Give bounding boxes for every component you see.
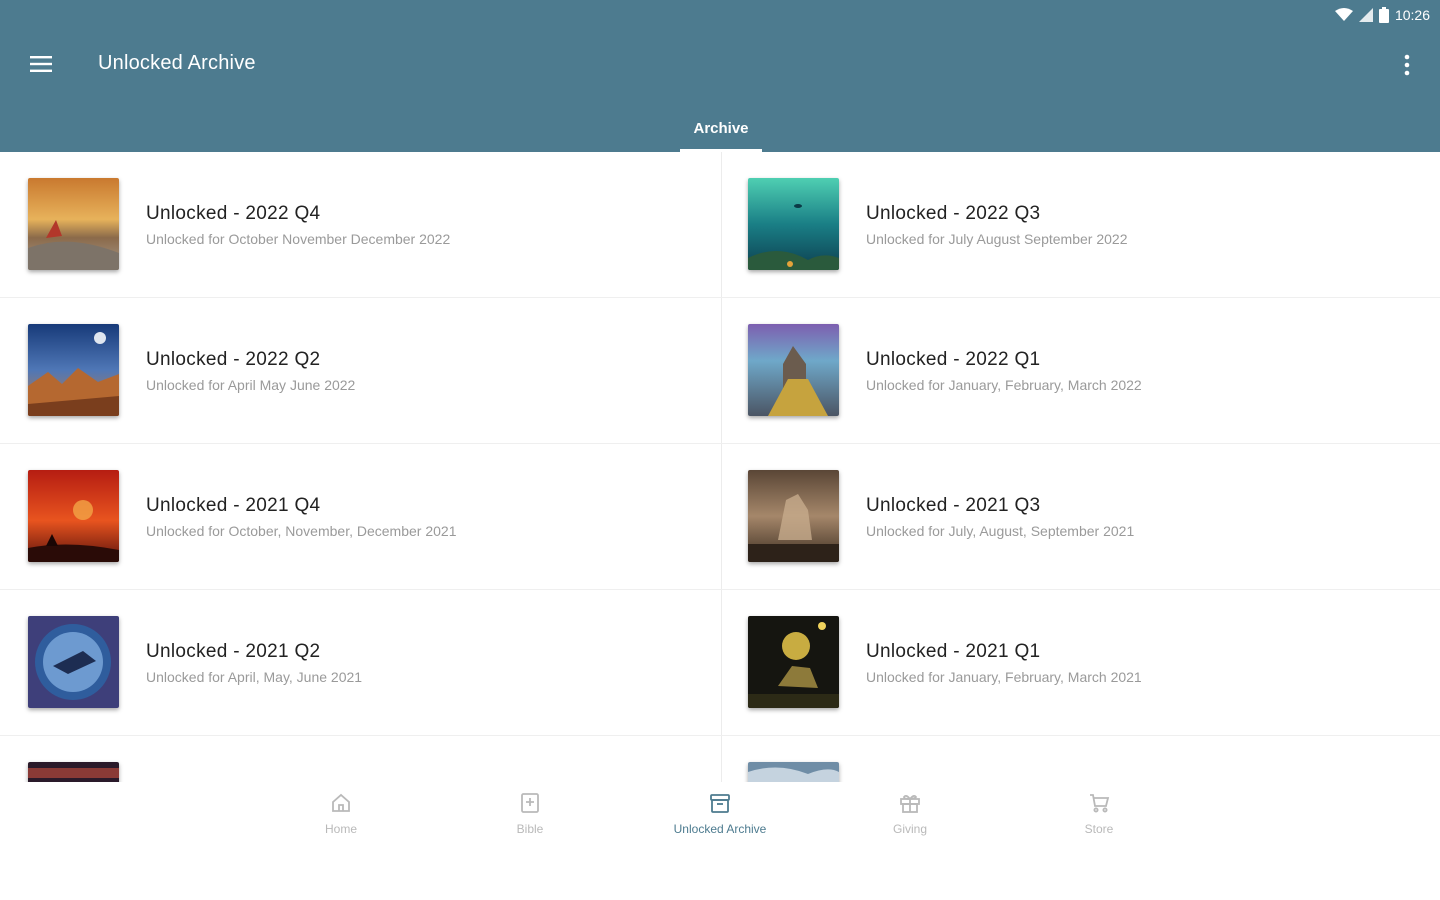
list-item[interactable] xyxy=(0,736,720,782)
item-title: Unlocked - 2021 Q2 xyxy=(146,641,321,662)
nav-store[interactable]: Store xyxy=(1029,790,1169,850)
cover-image xyxy=(28,470,119,562)
battery-icon xyxy=(1378,7,1389,23)
cover-image xyxy=(748,762,839,782)
nav-giving[interactable]: Giving xyxy=(840,790,980,850)
item-subtitle: Unlocked for July August September 2022 xyxy=(866,231,1128,247)
archive-icon xyxy=(707,790,733,816)
gift-icon xyxy=(897,790,923,816)
list-item[interactable]: Unlocked - 2021 Q2 Unlocked for April, M… xyxy=(0,590,720,736)
item-title: Unlocked - 2022 Q1 xyxy=(866,349,1041,370)
more-options-button[interactable] xyxy=(1392,48,1422,82)
list-item[interactable]: Unlocked - 2022 Q1 Unlocked for January,… xyxy=(720,298,1440,444)
item-subtitle: Unlocked for October November December 2… xyxy=(146,231,451,247)
cover-image xyxy=(748,324,839,416)
wifi-icon xyxy=(1334,8,1353,21)
item-title: Unlocked - 2022 Q3 xyxy=(866,203,1041,224)
status-time: 10:26 xyxy=(1394,7,1430,23)
item-subtitle: Unlocked for January, February, March 20… xyxy=(866,377,1142,393)
cover-image xyxy=(28,324,119,416)
tab-archive[interactable]: Archive xyxy=(680,104,762,152)
list-item[interactable]: Unlocked - 2022 Q3 Unlocked for July Aug… xyxy=(720,152,1440,298)
cart-icon xyxy=(1086,790,1112,816)
nav-home[interactable]: Home xyxy=(271,790,411,850)
home-icon xyxy=(328,790,354,816)
nav-unlocked-archive-label: Unlocked Archive xyxy=(673,822,767,836)
nav-home-label: Home xyxy=(324,822,357,836)
cover-image xyxy=(28,616,119,708)
item-title: Unlocked - 2021 Q3 xyxy=(866,495,1041,516)
item-subtitle: Unlocked for April May June 2022 xyxy=(146,377,356,393)
cover-image xyxy=(28,762,119,782)
item-subtitle: Unlocked for October, November, December… xyxy=(146,523,457,539)
cover-image xyxy=(748,178,839,270)
item-subtitle: Unlocked for July, August, September 202… xyxy=(866,523,1135,539)
list-item[interactable]: Unlocked - 2021 Q1 Unlocked for January,… xyxy=(720,590,1440,736)
list-item[interactable]: Unlocked - 2021 Q4 Unlocked for October,… xyxy=(0,444,720,590)
app-bar: 10:26 Unlocked Archive Archive xyxy=(0,0,1440,152)
tab-archive-label: Archive xyxy=(693,119,749,137)
nav-bible-label: Bible xyxy=(516,822,544,836)
bottom-navigation: Home Bible Unlocked Archive Giving Store xyxy=(0,782,1440,900)
hamburger-menu-icon xyxy=(30,56,52,72)
signal-icon xyxy=(1358,8,1373,22)
item-subtitle: Unlocked for January, February, March 20… xyxy=(866,669,1142,685)
item-title: Unlocked - 2022 Q4 xyxy=(146,203,321,224)
list-item[interactable]: Unlocked - 2022 Q2 Unlocked for April Ma… xyxy=(0,298,720,444)
list-item[interactable]: Unlocked - 2022 Q4 Unlocked for October … xyxy=(0,152,720,298)
hamburger-menu-button[interactable] xyxy=(22,45,60,83)
cover-image xyxy=(748,470,839,562)
list-item[interactable]: Unlocked - 2021 Q3 Unlocked for July, Au… xyxy=(720,444,1440,590)
item-subtitle: Unlocked for April, May, June 2021 xyxy=(146,669,363,685)
cover-image xyxy=(748,616,839,708)
nav-store-label: Store xyxy=(1084,822,1114,836)
archive-list[interactable]: Unlocked - 2022 Q4 Unlocked for October … xyxy=(0,152,1440,782)
more-vert-icon xyxy=(1404,54,1410,76)
bible-icon xyxy=(517,790,543,816)
nav-giving-label: Giving xyxy=(892,822,927,836)
status-bar: 10:26 xyxy=(1334,5,1430,25)
cover-image xyxy=(28,178,119,270)
item-title: Unlocked - 2021 Q1 xyxy=(866,641,1041,662)
item-title: Unlocked - 2021 Q4 xyxy=(146,495,321,516)
page-title: Unlocked Archive xyxy=(98,52,256,74)
nav-unlocked-archive[interactable]: Unlocked Archive xyxy=(650,790,790,850)
list-item[interactable] xyxy=(720,736,1440,782)
nav-bible[interactable]: Bible xyxy=(460,790,600,850)
item-title: Unlocked - 2022 Q2 xyxy=(146,349,321,370)
